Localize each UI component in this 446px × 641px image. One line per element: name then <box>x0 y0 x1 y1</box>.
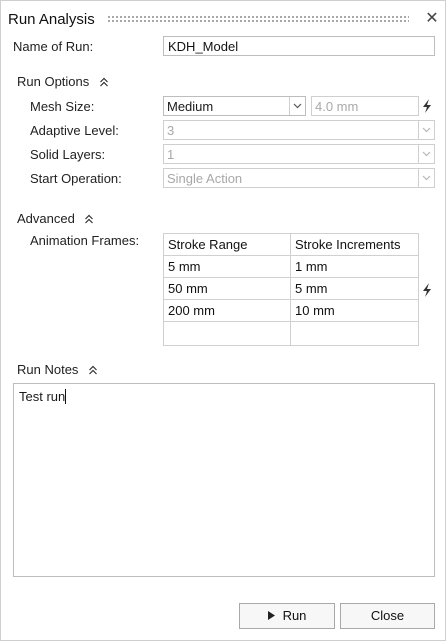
table-cell[interactable]: 50 mm <box>163 277 291 300</box>
chevron-up-double-icon[interactable] <box>99 75 109 90</box>
run-analysis-dialog: Run Analysis ✕ Name of Run: Run Options … <box>0 0 446 641</box>
title-bar[interactable]: Run Analysis ✕ <box>1 1 445 37</box>
dialog-title: Run Analysis <box>8 11 95 28</box>
start-operation-select: Single Action <box>163 168 435 188</box>
lightning-icon[interactable] <box>421 283 433 297</box>
run-notes-text: Test run <box>19 389 66 404</box>
table-row: 5 mm 1 mm <box>163 255 419 278</box>
close-icon[interactable]: ✕ <box>422 9 442 29</box>
lightning-icon[interactable] <box>421 99 433 113</box>
mesh-size-value-field: 4.0 mm <box>311 96 419 116</box>
adaptive-level-select: 3 <box>163 120 435 140</box>
table-cell[interactable] <box>163 321 291 346</box>
table-header-row: Stroke Range Stroke Increments <box>163 233 419 256</box>
table-cell[interactable]: 1 mm <box>290 255 419 278</box>
chevron-up-double-icon[interactable] <box>88 363 98 378</box>
mesh-size-label: Mesh Size: <box>30 99 95 114</box>
start-operation-value: Single Action <box>167 171 243 186</box>
table-cell[interactable]: 5 mm <box>290 277 419 300</box>
run-options-label: Run Options <box>17 74 90 89</box>
play-icon <box>267 604 275 628</box>
run-button[interactable]: Run <box>239 603 335 629</box>
table-cell[interactable] <box>290 321 419 346</box>
text-caret <box>65 389 67 404</box>
chevron-down-icon <box>418 121 434 139</box>
table-cell[interactable]: 10 mm <box>290 299 419 322</box>
close-button-label: Close <box>370 608 405 623</box>
chevron-down-icon[interactable] <box>289 97 305 115</box>
chevron-down-icon <box>418 169 434 187</box>
table-row: 50 mm 5 mm <box>163 277 419 300</box>
start-operation-label: Start Operation: <box>30 171 122 186</box>
column-header-stroke-increments[interactable]: Stroke Increments <box>290 233 419 256</box>
name-of-run-label: Name of Run: <box>13 39 94 54</box>
chevron-up-double-icon[interactable] <box>84 212 94 227</box>
advanced-header[interactable]: Advanced <box>17 211 94 227</box>
close-button[interactable]: Close <box>340 603 435 629</box>
animation-frames-table: Stroke Range Stroke Increments 5 mm 1 mm… <box>163 233 419 346</box>
advanced-label: Advanced <box>17 211 75 226</box>
run-notes-label: Run Notes <box>17 362 79 377</box>
table-row: 200 mm 10 mm <box>163 299 419 322</box>
adaptive-level-label: Adaptive Level: <box>30 123 119 138</box>
table-row <box>163 321 419 346</box>
table-cell[interactable]: 200 mm <box>163 299 291 322</box>
mesh-size-mm-value: 4.0 mm <box>315 99 359 114</box>
mesh-size-select[interactable]: Medium <box>163 96 306 116</box>
name-of-run-input[interactable] <box>163 36 435 56</box>
chevron-down-icon <box>418 145 434 163</box>
column-header-stroke-range[interactable]: Stroke Range <box>163 233 291 256</box>
run-options-header[interactable]: Run Options <box>17 74 109 90</box>
solid-layers-label: Solid Layers: <box>30 147 106 162</box>
table-cell[interactable]: 5 mm <box>163 255 291 278</box>
solid-layers-select: 1 <box>163 144 435 164</box>
run-notes-header[interactable]: Run Notes <box>17 362 98 378</box>
solid-layers-value: 1 <box>167 147 175 162</box>
animation-frames-label: Animation Frames: <box>30 233 140 248</box>
run-button-label: Run <box>282 608 307 623</box>
mesh-size-value: Medium <box>167 99 214 114</box>
run-notes-textarea[interactable]: Test run <box>13 383 435 577</box>
adaptive-level-value: 3 <box>167 123 175 138</box>
drag-grip[interactable] <box>107 15 409 23</box>
